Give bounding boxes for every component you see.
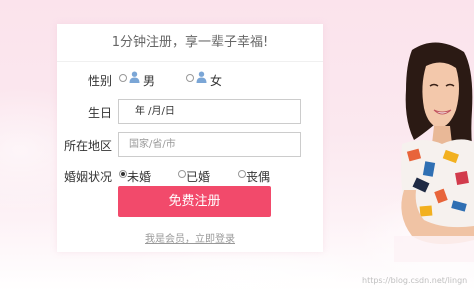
gender-male-label: 男 [143,74,156,88]
marital-married-radio[interactable] [178,170,186,178]
marital-married-label: 已婚 [186,170,211,184]
gender-female-label: 女 [210,74,223,88]
gender-female-radio[interactable] [186,74,194,82]
gender-male-radio[interactable] [119,74,127,82]
registration-card: 1分钟注册，享一辈子幸福! 性别 男 女 生日 年 /月/日 所在地区 国家/省… [57,24,323,252]
member-login-link[interactable]: 我是会员，立即登录 [57,230,323,245]
watermark-text: https://blog.csdn.net/lingn [362,276,468,285]
woman-photo [394,42,474,262]
region-input[interactable]: 国家/省/市 [118,132,301,157]
marital-single-label: 未婚 [127,170,152,184]
marital-widowed-radio[interactable] [238,170,246,178]
marital-status-label: 婚姻状况 [64,170,113,184]
person-male-icon [129,71,140,83]
region-label: 所在地区 [64,139,113,153]
marital-single-radio[interactable] [119,170,127,178]
birthday-label: 生日 [88,106,113,120]
form-title: 1分钟注册，享一辈子幸福! [57,24,323,62]
gender-label: 性别 [88,74,113,88]
register-button[interactable]: 免费注册 [118,186,271,217]
birthday-input[interactable]: 年 /月/日 [118,99,301,124]
marital-widowed-label: 丧偶 [246,170,271,184]
person-female-icon [196,71,207,83]
